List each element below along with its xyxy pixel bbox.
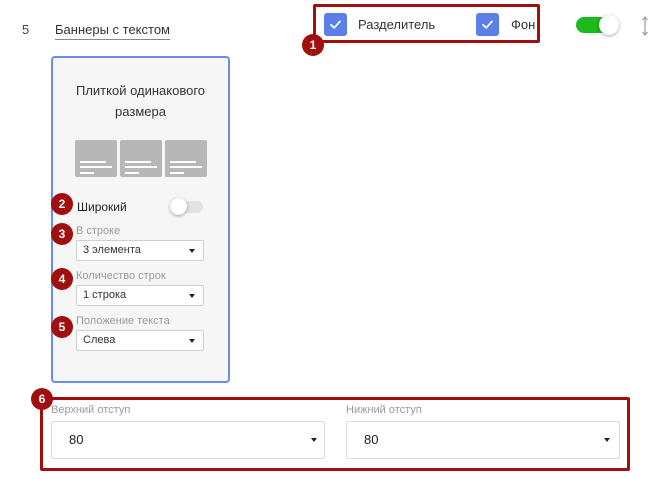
card-title: Плиткой одинакового размера xyxy=(51,80,230,122)
annotation-badge-6: 6 xyxy=(31,388,53,410)
per-row-value: 3 элемента xyxy=(83,244,141,256)
block-title-link[interactable]: Баннеры с текстом xyxy=(55,22,170,40)
tile-thumbnail xyxy=(165,140,207,177)
tile-thumbnail xyxy=(75,140,117,177)
background-label: Фон xyxy=(511,17,536,32)
separator-label: Разделитель xyxy=(358,17,436,32)
rows-count-value: 1 строка xyxy=(83,289,127,301)
separator-checkbox[interactable] xyxy=(324,13,347,36)
chevron-down-icon xyxy=(604,438,610,442)
rows-count-label: Количество строк xyxy=(76,270,166,282)
chevron-down-icon xyxy=(311,438,317,442)
annotation-badge-2: 2 xyxy=(51,193,73,215)
per-row-select[interactable]: 3 элемента xyxy=(76,240,204,261)
wide-toggle[interactable] xyxy=(170,198,204,215)
background-checkbox[interactable] xyxy=(476,13,499,36)
tile-thumbnail xyxy=(120,140,162,177)
chevron-down-icon xyxy=(189,249,195,253)
per-row-label: В строке xyxy=(76,225,121,237)
annotation-badge-1: 1 xyxy=(302,34,324,56)
top-margin-value: 80 xyxy=(69,432,84,447)
top-margin-select[interactable]: 80 xyxy=(51,421,325,459)
text-position-label: Положение текста xyxy=(76,315,170,327)
check-icon xyxy=(330,20,341,29)
wide-label: Широкий xyxy=(77,200,127,214)
block-enabled-toggle[interactable] xyxy=(576,15,619,37)
annotation-badge-5: 5 xyxy=(51,316,73,338)
card-title-line-1: Плиткой одинакового xyxy=(75,83,206,98)
text-position-value: Слева xyxy=(83,334,116,346)
chevron-down-icon xyxy=(189,294,195,298)
top-margin-label: Верхний отступ xyxy=(51,404,131,416)
rows-count-select[interactable]: 1 строка xyxy=(76,285,204,306)
row-number: 5 xyxy=(22,22,30,37)
annotation-badge-3: 3 xyxy=(51,223,73,245)
check-icon xyxy=(482,20,493,29)
bottom-margin-label: Нижний отступ xyxy=(346,404,422,416)
text-position-select[interactable]: Слева xyxy=(76,330,204,351)
annotation-badge-4: 4 xyxy=(51,268,73,290)
chevron-down-icon xyxy=(189,339,195,343)
card-title-line-2: размера xyxy=(115,104,166,119)
drag-handle-icon[interactable] xyxy=(640,14,650,38)
bottom-margin-value: 80 xyxy=(364,432,379,447)
bottom-margin-select[interactable]: 80 xyxy=(346,421,620,459)
